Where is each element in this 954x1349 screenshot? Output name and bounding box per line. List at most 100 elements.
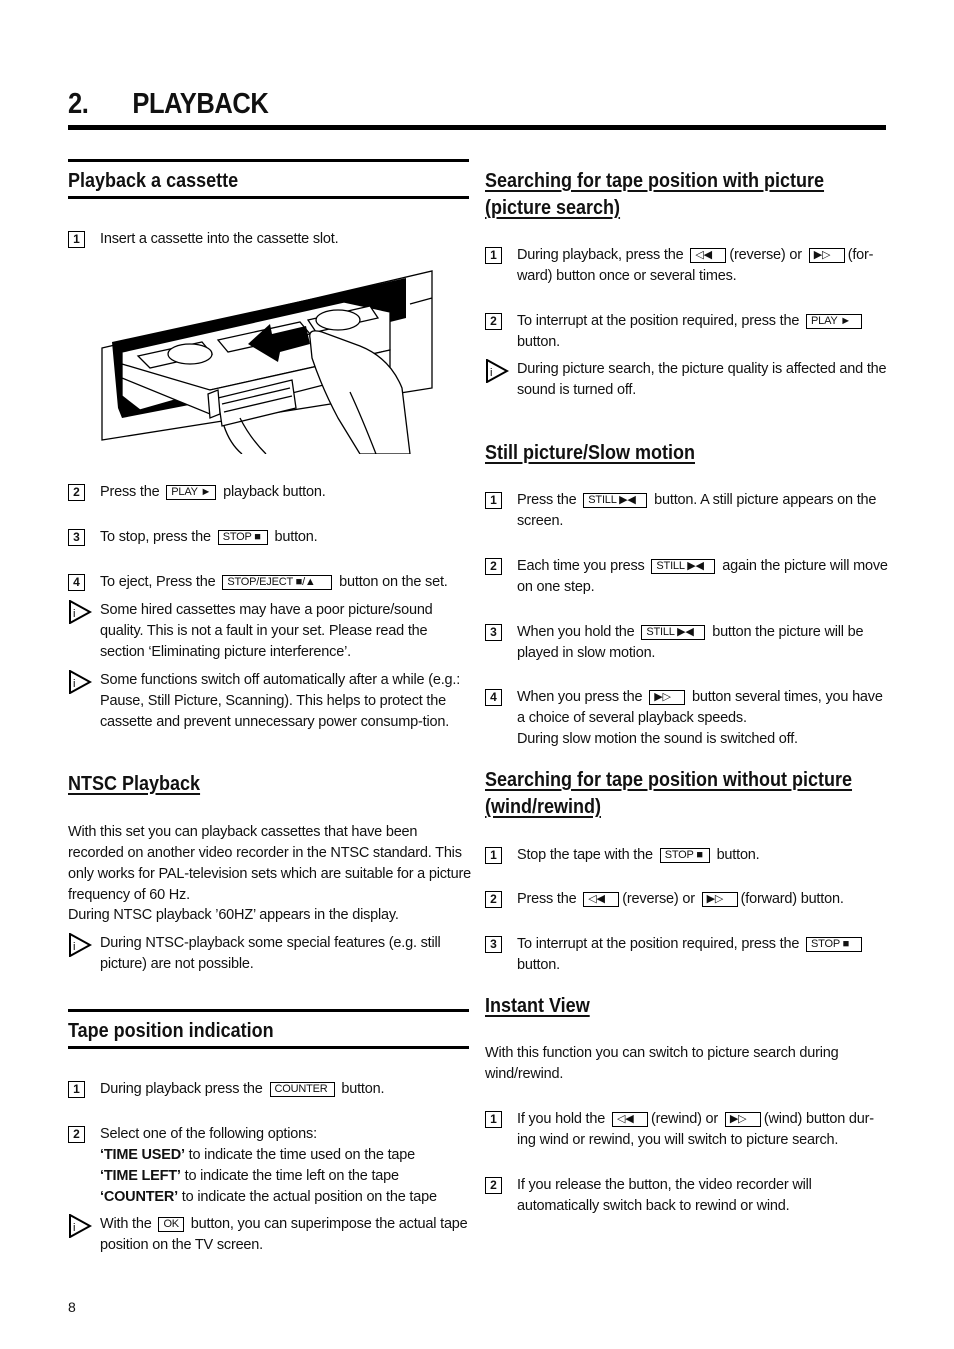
text: (reverse) or: [622, 891, 695, 907]
step-number: 3: [68, 529, 85, 546]
text: To interrupt at the position required, p…: [517, 936, 800, 952]
step-text: Each time you press STILL ▶◀ again the p…: [517, 556, 889, 598]
option-time-used: ‘TIME USED’ to indicate the time used on…: [100, 1145, 472, 1166]
section-heading-playback: Playback a cassette: [68, 159, 469, 199]
note-text: Some hired cassettes may have a poor pic…: [100, 602, 433, 660]
step-text: If you hold the ◁◀ (rewind) or ▶▷ (wind) b…: [517, 1109, 889, 1151]
step-text: During playback press the COUNTER button…: [100, 1079, 472, 1100]
note-text: During picture search, the picture quali…: [517, 361, 887, 398]
section-heading-tape-position: Tape position indication: [68, 1009, 469, 1049]
ok-key: OK: [158, 1217, 184, 1232]
step-text: When you press the ▶▷ button several tim…: [517, 687, 889, 750]
step-text: Select one of the following options: ‘TI…: [100, 1124, 472, 1208]
step-number: 1: [485, 492, 502, 509]
text: button.: [517, 334, 560, 350]
text: button on the set.: [339, 574, 448, 590]
text: button.: [274, 529, 318, 545]
svg-text:i: i: [73, 678, 75, 690]
text: During playback press the: [100, 1081, 263, 1097]
forward-key: ▶▷: [701, 892, 738, 907]
text: Select one of the following options:: [100, 1126, 317, 1142]
text: During playback, press the: [517, 247, 684, 263]
step-number: 3: [485, 624, 502, 641]
option-label: ‘COUNTER’: [100, 1189, 178, 1205]
svg-text:i: i: [73, 941, 75, 953]
step-number: 2: [485, 313, 502, 330]
step-number: 2: [68, 484, 85, 501]
step-text: During playback, press the ◁◀ (reverse) o…: [517, 245, 889, 287]
text: Each time you press: [517, 558, 645, 574]
step-text: Stop the tape with the STOP ■ button.: [517, 845, 889, 866]
note-text: With the OK button, you can superimpose …: [100, 1214, 472, 1256]
note-text: Some functions switch off automatically …: [100, 672, 461, 730]
manual-page: 2. PLAYBACK Playback a cassette 1 Insert…: [0, 0, 954, 1349]
text: (reverse) or: [729, 247, 802, 263]
rewind-key: ◁◀: [611, 1112, 648, 1127]
left-column: Playback a cassette 1 Insert a cassette …: [68, 0, 472, 1349]
text: (rewind) or: [650, 1111, 719, 1127]
svg-text:i: i: [73, 608, 75, 620]
text: If you hold the: [517, 1111, 606, 1127]
step-text: To interrupt at the position required, p…: [517, 934, 889, 976]
text: When you press the: [517, 689, 643, 705]
step-number: 3: [485, 936, 502, 953]
text: To eject, Press the: [100, 574, 216, 590]
text: button.: [517, 957, 560, 973]
option-desc: to indicate the time used on the tape: [188, 1147, 416, 1163]
text: With the: [100, 1216, 152, 1232]
text: Press the: [517, 891, 577, 907]
still-key: STILL ▶◀: [651, 559, 716, 574]
step-number: 1: [68, 231, 85, 248]
reverse-key: ◁◀: [690, 248, 727, 263]
info-icon: i: [486, 359, 509, 383]
option-counter: ‘COUNTER’ to indicate the actual positio…: [100, 1187, 472, 1208]
text: When you hold the: [517, 624, 635, 640]
step-text: To eject, Press the STOP/EJECT ■/▲ butto…: [100, 572, 472, 593]
text: To interrupt at the position required, p…: [517, 313, 800, 329]
option-desc: to indicate the time left on the tape: [184, 1168, 399, 1184]
still-key: STILL ▶◀: [583, 493, 648, 508]
note-text: During NTSC-playback some special featur…: [100, 935, 441, 972]
step-number: 1: [68, 1081, 85, 1098]
text: Stop the tape with the: [517, 847, 653, 863]
option-label: ‘TIME LEFT’: [100, 1168, 181, 1184]
wind-key: ▶▷: [724, 1112, 761, 1127]
text: To stop, press the: [100, 529, 211, 545]
forward-key: ▶▷: [808, 248, 845, 263]
step-text: Insert a cassette into the cassette slot…: [100, 231, 339, 247]
step-number: 2: [485, 558, 502, 575]
info-icon: i: [69, 933, 92, 957]
cassette-insert-illustration: [101, 270, 433, 454]
text: button, you can superimpose the actual t…: [100, 1216, 468, 1253]
step-text: Press the STILL ▶◀ button. A still pictu…: [517, 490, 889, 532]
step-number: 4: [68, 574, 85, 591]
option-desc: to indicate the actual position on the t…: [181, 1189, 437, 1205]
option-time-left: ‘TIME LEFT’ to indicate the time left on…: [100, 1166, 472, 1187]
step-text: When you hold the STILL ▶◀ button the pi…: [517, 622, 889, 664]
step-number: 1: [485, 247, 502, 264]
section-heading-instant-view: Instant View: [485, 995, 590, 1017]
section-heading-picture-search: Searching for tape position with picture…: [485, 170, 825, 219]
text: button.: [716, 847, 760, 863]
text: Press the: [517, 492, 577, 508]
info-icon: i: [69, 670, 92, 694]
option-label: ‘TIME USED’: [100, 1147, 185, 1163]
counter-key: COUNTER: [269, 1082, 335, 1097]
ntsc-display-note: During NTSC playback ’60HZ’ appears in t…: [68, 907, 399, 923]
step-text: If you release the button, the video rec…: [517, 1177, 812, 1214]
info-icon: i: [69, 600, 92, 624]
step-text: To stop, press the STOP ■ button.: [100, 527, 472, 548]
right-column: Searching for tape position with picture…: [485, 0, 889, 1349]
step-text: Press the ◁◀ (reverse) or ▶▷ (forward) but…: [517, 889, 889, 910]
text: During slow motion the sound is switched…: [517, 731, 798, 747]
step-number: 1: [485, 847, 502, 864]
still-key: STILL ▶◀: [641, 625, 706, 640]
stop-eject-key: STOP/EJECT ■/▲: [222, 575, 333, 590]
text: (forward) button.: [740, 891, 844, 907]
text: playback button.: [223, 484, 326, 500]
ntsc-paragraph: With this set you can playback cassettes…: [68, 824, 471, 903]
page-number: 8: [68, 1299, 76, 1315]
section-heading-wind-rewind: Searching for tape position without pict…: [485, 769, 853, 818]
section-title: Tape position indication: [68, 1020, 274, 1042]
step-text: Press the PLAY ► playback button.: [100, 482, 472, 503]
